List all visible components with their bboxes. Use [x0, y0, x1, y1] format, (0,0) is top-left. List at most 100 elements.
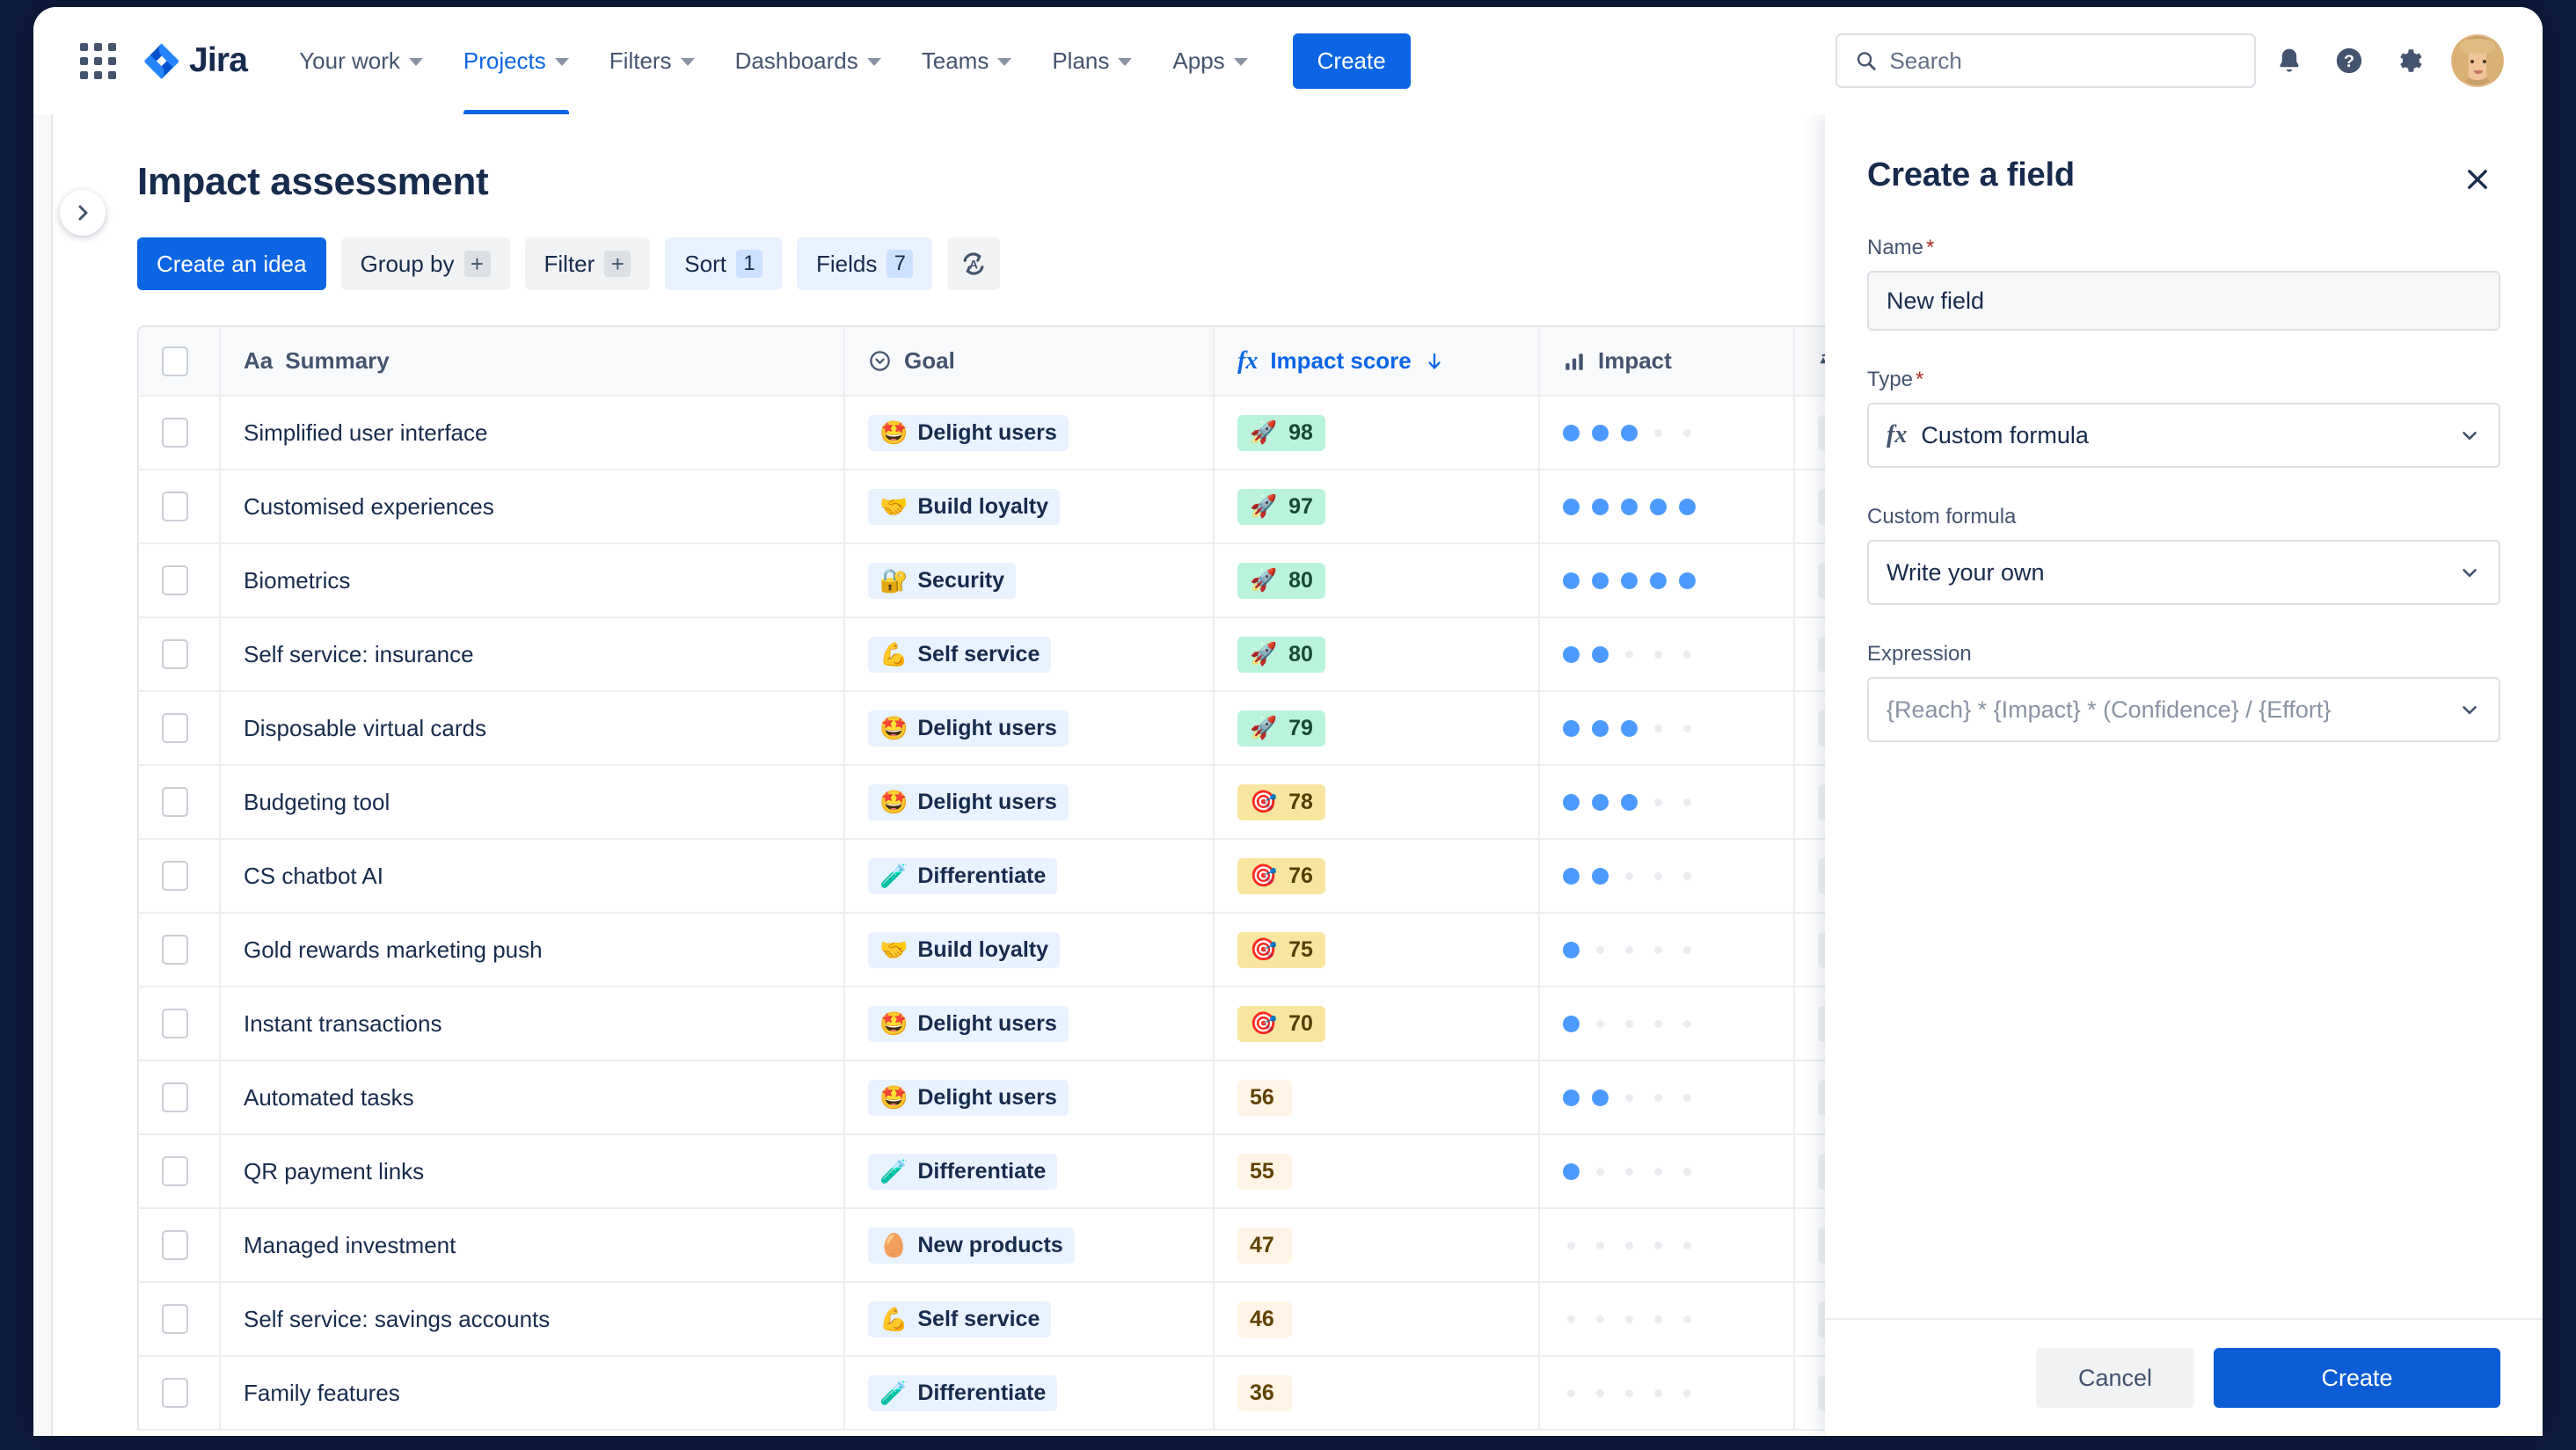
goal-cell[interactable]: 🤝 Build loyalty	[844, 470, 1215, 544]
avatar[interactable]	[2451, 34, 2504, 87]
row-checkbox[interactable]	[162, 861, 188, 891]
row-select-cell[interactable]	[139, 470, 221, 544]
summary-cell[interactable]: Self service: insurance	[220, 617, 845, 692]
row-checkbox[interactable]	[162, 565, 188, 595]
goal-cell[interactable]: 🔐 Security	[844, 543, 1215, 618]
column-header-impact-score[interactable]: fx Impact score	[1214, 327, 1540, 397]
goal-cell[interactable]: 🤩 Delight users	[844, 396, 1215, 470]
impact-cell[interactable]	[1539, 1356, 1795, 1431]
column-header-summary[interactable]: Aa Summary	[220, 327, 845, 397]
row-select-cell[interactable]	[139, 396, 221, 470]
impact-score-cell[interactable]: 🚀 80	[1214, 543, 1540, 618]
impact-cell[interactable]	[1539, 913, 1795, 987]
row-select-cell[interactable]	[139, 1356, 221, 1431]
row-select-cell[interactable]	[139, 987, 221, 1061]
create-button[interactable]: Create	[1292, 33, 1411, 89]
goal-cell[interactable]: 🧪 Differentiate	[844, 1356, 1215, 1431]
impact-score-cell[interactable]: 🚀 79	[1214, 691, 1540, 766]
impact-score-cell[interactable]: 🚀 80	[1214, 617, 1540, 692]
summary-cell[interactable]: CS chatbot AI	[220, 839, 845, 914]
row-checkbox[interactable]	[162, 713, 188, 743]
impact-score-cell[interactable]: 🎯 78	[1214, 765, 1540, 840]
column-header-goal[interactable]: Goal	[844, 327, 1215, 397]
row-checkbox[interactable]	[162, 418, 188, 448]
summary-cell[interactable]: Automated tasks	[220, 1060, 845, 1135]
impact-cell[interactable]	[1539, 691, 1795, 766]
goal-cell[interactable]: 💪 Self service	[844, 1282, 1215, 1357]
settings-gear-icon[interactable]	[2383, 34, 2435, 87]
column-header-impact[interactable]: Impact	[1539, 327, 1795, 397]
row-select-cell[interactable]	[139, 691, 221, 766]
row-select-cell[interactable]	[139, 765, 221, 840]
impact-score-cell[interactable]: 36	[1214, 1356, 1540, 1431]
impact-cell[interactable]	[1539, 1060, 1795, 1135]
row-checkbox[interactable]	[162, 1378, 188, 1408]
notifications-bell-icon[interactable]	[2263, 34, 2316, 87]
sidebar-expand-button[interactable]	[60, 190, 106, 236]
fields-button[interactable]: Fields 7	[796, 237, 933, 290]
goal-cell[interactable]: 🤩 Delight users	[844, 691, 1215, 766]
search-box[interactable]	[1835, 33, 2256, 88]
create-field-button[interactable]: Create	[2214, 1348, 2500, 1408]
impact-score-cell[interactable]: 🎯 75	[1214, 913, 1540, 987]
impact-score-cell[interactable]: 56	[1214, 1060, 1540, 1135]
summary-cell[interactable]: Self service: savings accounts	[220, 1282, 845, 1357]
summary-cell[interactable]: Gold rewards marketing push	[220, 913, 845, 987]
expression-select[interactable]: {Reach} * {Impact} * (Confidence} / {Eff…	[1867, 677, 2500, 742]
summary-cell[interactable]: Managed investment	[220, 1208, 845, 1283]
impact-score-cell[interactable]: 47	[1214, 1208, 1540, 1283]
impact-score-cell[interactable]: 🚀 98	[1214, 396, 1540, 470]
impact-cell[interactable]	[1539, 617, 1795, 692]
row-select-cell[interactable]	[139, 1208, 221, 1283]
nav-item-dashboards[interactable]: Dashboards	[715, 7, 901, 114]
summary-cell[interactable]: Customised experiences	[220, 470, 845, 544]
impact-cell[interactable]	[1539, 839, 1795, 914]
impact-cell[interactable]	[1539, 470, 1795, 544]
row-checkbox[interactable]	[162, 639, 188, 669]
goal-cell[interactable]: 💪 Self service	[844, 617, 1215, 692]
nav-item-your-work[interactable]: Your work	[279, 7, 443, 114]
search-input[interactable]	[1889, 47, 2237, 75]
row-select-cell[interactable]	[139, 839, 221, 914]
impact-score-cell[interactable]: 🎯 70	[1214, 987, 1540, 1061]
summary-cell[interactable]: Family features	[220, 1356, 845, 1431]
group-by-button[interactable]: Group by +	[340, 237, 510, 290]
row-select-cell[interactable]	[139, 1134, 221, 1209]
nav-item-filters[interactable]: Filters	[589, 7, 715, 114]
create-idea-button[interactable]: Create an idea	[137, 237, 326, 290]
summary-cell[interactable]: QR payment links	[220, 1134, 845, 1209]
impact-cell[interactable]	[1539, 1282, 1795, 1357]
row-select-cell[interactable]	[139, 543, 221, 618]
goal-cell[interactable]: 🤩 Delight users	[844, 987, 1215, 1061]
grid-icon[interactable]	[79, 42, 116, 79]
field-name-input[interactable]	[1867, 271, 2500, 331]
nav-item-teams[interactable]: Teams	[901, 7, 1033, 114]
row-select-cell[interactable]	[139, 1060, 221, 1135]
filter-button[interactable]: Filter +	[524, 237, 651, 290]
impact-cell[interactable]	[1539, 543, 1795, 618]
goal-cell[interactable]: 🧪 Differentiate	[844, 1134, 1215, 1209]
help-icon[interactable]: ?	[2323, 34, 2375, 87]
impact-cell[interactable]	[1539, 987, 1795, 1061]
select-all-checkbox[interactable]	[162, 346, 188, 376]
impact-score-cell[interactable]: 55	[1214, 1134, 1540, 1209]
impact-cell[interactable]	[1539, 396, 1795, 470]
goal-cell[interactable]: 🧪 Differentiate	[844, 839, 1215, 914]
row-select-cell[interactable]	[139, 913, 221, 987]
row-checkbox[interactable]	[162, 935, 188, 965]
nav-item-plans[interactable]: Plans	[1032, 7, 1152, 114]
column-header-select-all[interactable]	[139, 327, 221, 397]
auto-sort-refresh-button[interactable]: A	[947, 237, 1001, 290]
goal-cell[interactable]: 🤩 Delight users	[844, 765, 1215, 840]
row-checkbox[interactable]	[162, 1230, 188, 1260]
impact-cell[interactable]	[1539, 765, 1795, 840]
goal-cell[interactable]: 🤩 Delight users	[844, 1060, 1215, 1135]
jira-logo[interactable]: Jira	[144, 41, 248, 80]
summary-cell[interactable]: Disposable virtual cards	[220, 691, 845, 766]
sort-button[interactable]: Sort 1	[665, 237, 782, 290]
row-checkbox[interactable]	[162, 1304, 188, 1334]
impact-score-cell[interactable]: 46	[1214, 1282, 1540, 1357]
impact-cell[interactable]	[1539, 1208, 1795, 1283]
impact-score-cell[interactable]: 🎯 76	[1214, 839, 1540, 914]
row-select-cell[interactable]	[139, 617, 221, 692]
